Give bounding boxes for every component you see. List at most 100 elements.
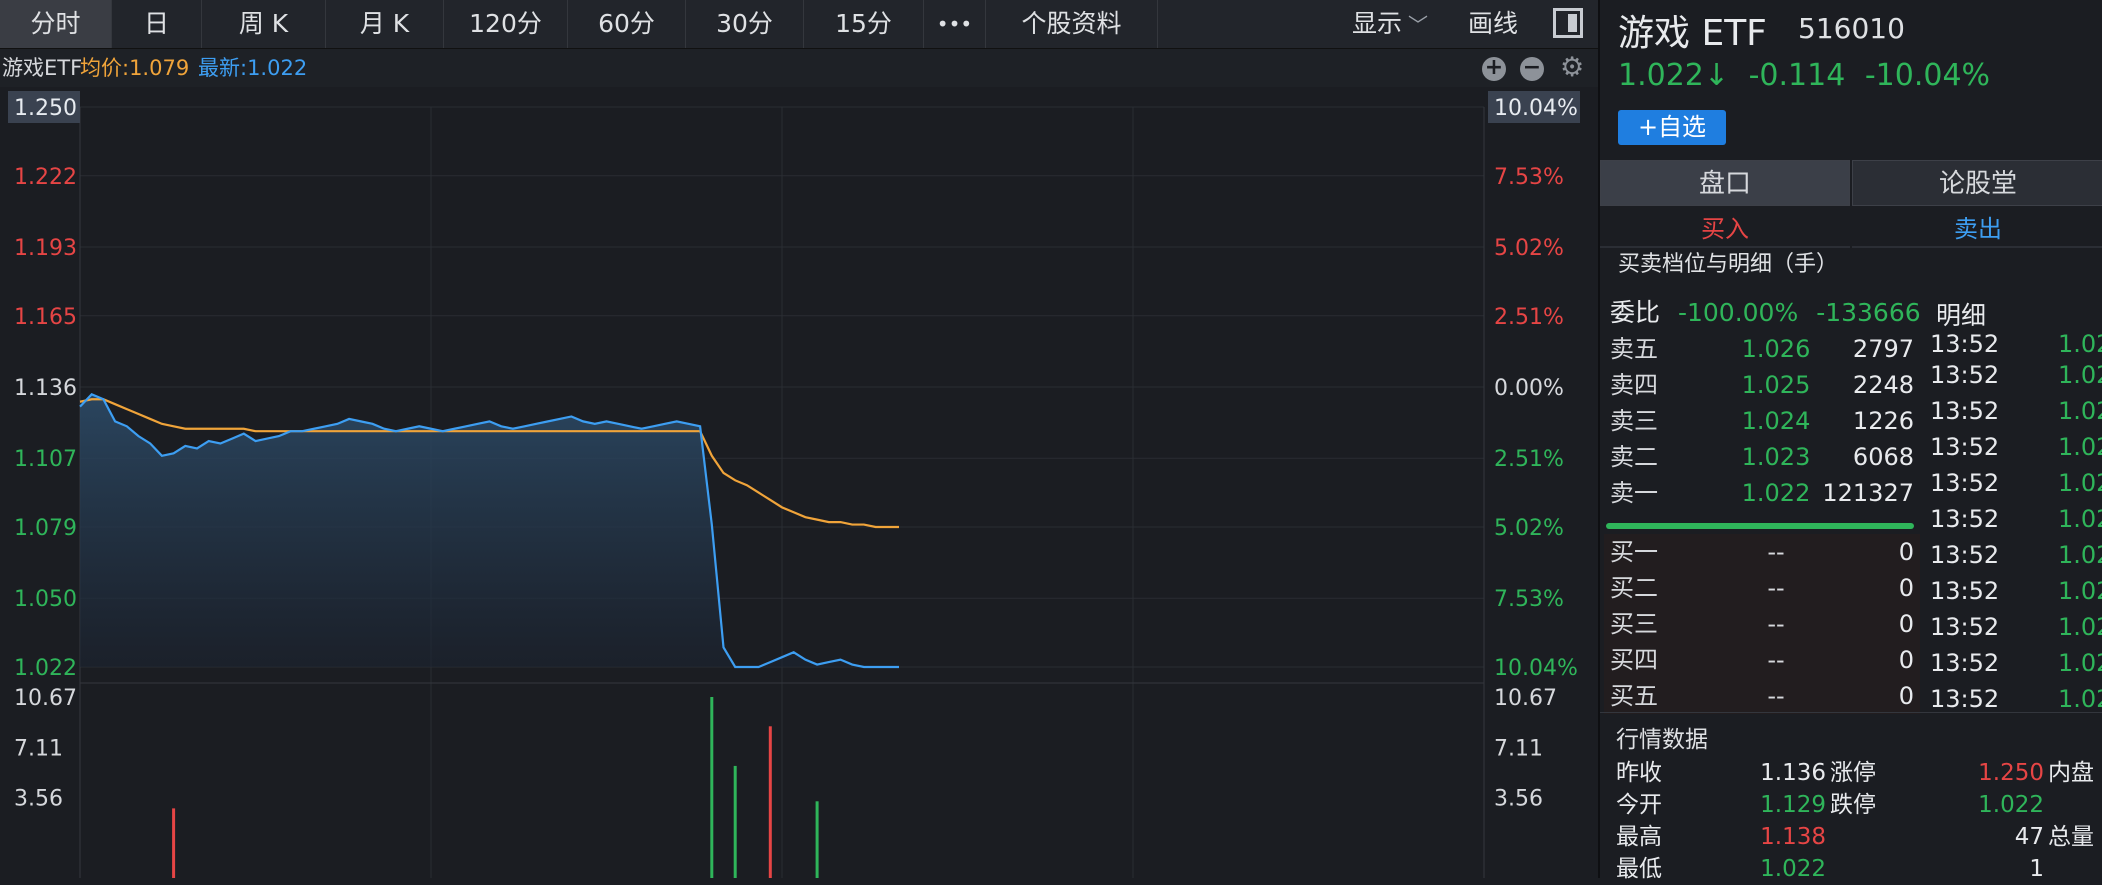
tick-time: 13:52 <box>1930 361 2000 389</box>
bid-label: 买三 <box>1610 610 1658 638</box>
zoom-in-icon[interactable]: + <box>1482 57 1506 81</box>
tab-intraday[interactable]: 分时 <box>0 0 112 48</box>
ask-price: 1.022 <box>1741 479 1811 507</box>
ask-row: 卖三 1.024 1226 <box>1604 403 1920 439</box>
intraday-chart[interactable]: 1.250 1.222 1.193 1.165 1.136 1.107 1.079 1.050… <box>0 87 1598 878</box>
volume-bar <box>710 697 714 878</box>
display-dropdown[interactable]: 显示 ﹀ <box>1352 0 1428 48</box>
bid-price: -- <box>1767 682 1785 710</box>
bid-row: 买四 -- 0 <box>1604 642 1920 678</box>
bid-price: -- <box>1767 610 1785 638</box>
tab-monthly[interactable]: 月 K <box>326 0 444 48</box>
bid-volume: 0 <box>1898 682 1914 710</box>
ask-label: 卖一 <box>1610 479 1658 507</box>
bid-label: 买五 <box>1610 682 1658 710</box>
ask-label: 卖四 <box>1610 371 1658 399</box>
volume-axis-label: 3.56 <box>1494 787 1543 812</box>
price-axis-label: 1.222 <box>14 165 77 190</box>
market-label: 跌停 <box>1830 792 1876 818</box>
market-row: 最低 1.022 1 <box>1616 853 2102 885</box>
price-change: -0.114 <box>1748 58 1846 93</box>
price-axis-label: 1.193 <box>14 236 77 261</box>
bid-volume: 0 <box>1898 646 1914 674</box>
tick-time: 13:52 <box>1930 541 2000 569</box>
market-label: 最低 <box>1616 856 1662 882</box>
bid-row: 买三 -- 0 <box>1604 606 1920 642</box>
tab-orderbook[interactable]: 盘口 <box>1600 160 1850 206</box>
draw-line-button[interactable]: 画线 <box>1468 0 1518 48</box>
sell-button[interactable]: 卖出 <box>1852 210 2102 248</box>
volume-bar <box>172 808 176 878</box>
ask-volume: 2248 <box>1852 371 1914 399</box>
chevron-down-icon: ﹀ <box>1408 13 1429 37</box>
panel-toggle-icon[interactable] <box>1553 8 1583 38</box>
ask-price: 1.025 <box>1741 371 1811 399</box>
pct-axis-label: 10.04% <box>1494 656 1578 681</box>
tick-time: 13:52 <box>1930 577 2000 605</box>
current-price: 1.022↓ <box>1618 58 1730 93</box>
bid-row: 买二 -- 0 <box>1604 570 1920 606</box>
gear-icon[interactable]: ⚙ <box>1560 54 1584 82</box>
market-value: 1.022 <box>1978 792 2044 818</box>
more-periods-button[interactable]: ••• <box>924 0 986 48</box>
tick-price: 1.02 <box>2058 613 2102 641</box>
tab-daily[interactable]: 日 <box>112 0 202 48</box>
pct-axis-label: 0.00% <box>1494 376 1564 401</box>
bid-label: 买四 <box>1610 646 1658 674</box>
period-toolbar: 分时 日 周 K 月 K 120分 60分 30分 15分 ••• 个股资料 显… <box>0 0 1598 49</box>
ask-row: 卖五 1.026 2797 <box>1604 331 1920 367</box>
price-axis-label: 1.250 <box>14 96 77 121</box>
intraday-chart-svg: 1.250 1.222 1.193 1.165 1.136 1.107 1.079 1.050… <box>8 91 1580 878</box>
tick-row: 13:52 1.02 <box>1928 573 2102 609</box>
price-axis-label: 1.136 <box>14 376 77 401</box>
orderbook-title: 买卖档位与明细（手） <box>1618 252 1839 277</box>
pct-axis-label: 7.53% <box>1494 587 1564 612</box>
market-row: 昨收 1.136 涨停 1.250 内盘 <box>1616 757 2102 789</box>
tick-row: 13:52 1.02 <box>1928 501 2102 537</box>
weibi-row: 委比 -100.00% -133666 <box>1610 296 2102 330</box>
tick-price: 1.02 <box>2058 397 2102 425</box>
ask-label: 卖五 <box>1610 335 1658 363</box>
zoom-out-icon[interactable]: − <box>1520 57 1544 81</box>
ask-row: 卖一 1.022 121327 <box>1604 475 1920 511</box>
market-data-title: 行情数据 <box>1616 727 1708 753</box>
display-label: 显示 <box>1352 9 1403 38</box>
tick-price: 1.02 <box>2058 469 2102 497</box>
tab-15min[interactable]: 15分 <box>804 0 924 48</box>
ask-volume: 6068 <box>1852 443 1914 471</box>
weibi-pct: -100.00% <box>1677 298 1799 327</box>
ask-row: 卖二 1.023 6068 <box>1604 439 1920 475</box>
price-axis-label: 1.079 <box>14 516 77 541</box>
tab-stock-profile[interactable]: 个股资料 <box>986 0 1158 48</box>
market-label: 涨停 <box>1830 760 1876 786</box>
volume-axis-label: 7.11 <box>1494 736 1543 761</box>
ask-price: 1.026 <box>1741 335 1811 363</box>
market-label: 总量 <box>2048 824 2094 850</box>
price-axis-label: 1.022 <box>14 656 77 681</box>
pct-axis-label: 5.02% <box>1494 236 1564 261</box>
tab-weekly[interactable]: 周 K <box>202 0 326 48</box>
pct-axis-label: 5.02% <box>1494 516 1564 541</box>
market-row: 今开 1.129 跌停 1.022 <box>1616 789 2102 821</box>
add-watchlist-button[interactable]: +自选 <box>1618 110 1726 145</box>
tick-row: 13:52 1.02 <box>1928 609 2102 645</box>
market-value: 1.136 <box>1760 760 1826 786</box>
price-row: 1.022↓ -0.114 -10.04% <box>1618 58 1990 93</box>
tab-30min[interactable]: 30分 <box>686 0 804 48</box>
tick-price: 1.02 <box>2058 433 2102 461</box>
tab-60min[interactable]: 60分 <box>568 0 686 48</box>
chart-stock-name: 游戏ETF <box>2 56 83 80</box>
buy-button[interactable]: 买入 <box>1600 210 1850 248</box>
ask-row: 卖四 1.025 2248 <box>1604 367 1920 403</box>
tab-120min[interactable]: 120分 <box>444 0 568 48</box>
price-axis-label: 1.165 <box>14 305 77 330</box>
tab-forum[interactable]: 论股堂 <box>1852 160 2102 206</box>
pct-axis-label: 2.51% <box>1494 447 1564 472</box>
bid-volume: 0 <box>1898 538 1914 566</box>
bid-volume: 0 <box>1898 574 1914 602</box>
market-divider <box>1600 712 2102 713</box>
tick-price: 1.02 <box>2058 541 2102 569</box>
volume-bar <box>815 801 819 878</box>
stock-name: 游戏 ETF <box>1618 13 1767 54</box>
tick-price: 1.02 <box>2058 649 2102 677</box>
